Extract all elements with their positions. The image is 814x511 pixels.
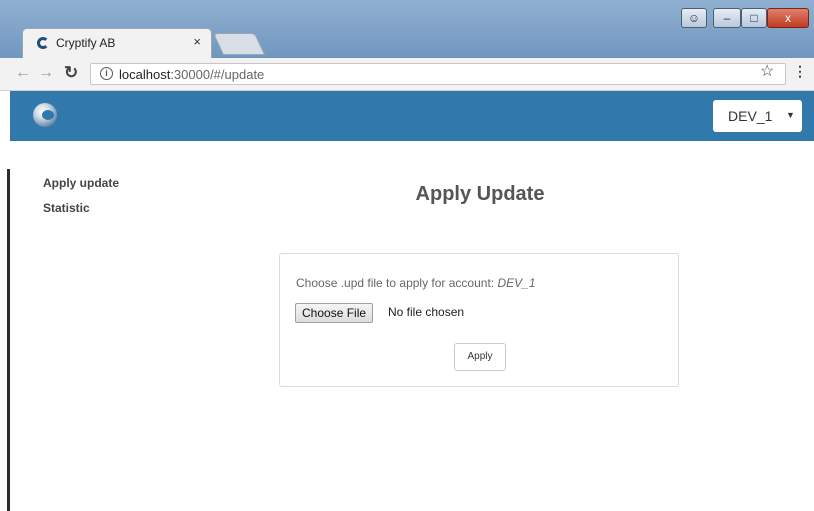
minimize-button[interactable]: – (713, 8, 741, 28)
upload-prompt-text: Choose .upd file to apply for account: (296, 276, 498, 290)
sidebar-item-apply-update[interactable]: Apply update (43, 176, 119, 190)
info-icon[interactable]: i (100, 67, 113, 80)
browser-menu-icon[interactable]: ⋮ (793, 63, 807, 80)
cryptify-favicon-icon (37, 37, 49, 49)
cryptify-logo-icon[interactable] (33, 103, 57, 127)
file-status-text: No file chosen (388, 305, 465, 319)
upload-prompt-account: DEV_1 (497, 276, 536, 290)
maximize-button[interactable]: □ (741, 8, 767, 28)
forward-arrow-icon[interactable]: → (38, 64, 54, 82)
bookmark-star-icon[interactable]: ☆ (760, 61, 774, 81)
update-panel: Choose .upd file to apply for account: D… (279, 253, 679, 387)
url-host: localhost (119, 67, 171, 82)
page-title: Apply Update (415, 183, 545, 205)
close-button[interactable]: x (767, 8, 809, 28)
apply-button[interactable]: Apply (454, 343, 506, 371)
account-select[interactable]: DEV_1 ▼ (713, 100, 802, 132)
user-profile-icon[interactable]: ☺ (681, 8, 707, 28)
browser-toolbar: ← → ↻ i localhost:30000/#/update ☆ ⋮ (0, 58, 814, 91)
caret-down-icon: ▼ (786, 110, 795, 120)
window-controls: ☺ – □ x (681, 8, 811, 28)
choose-file-button[interactable]: Choose File (295, 303, 374, 323)
url-text[interactable]: localhost:30000/#/update (119, 67, 264, 82)
reload-icon[interactable]: ↻ (64, 63, 78, 83)
window-left-edge (0, 91, 10, 511)
tab-close-icon[interactable]: × (193, 34, 201, 49)
sidebar-item-statistic[interactable]: Statistic (43, 201, 119, 215)
account-select-value: DEV_1 (728, 108, 773, 124)
address-bar[interactable]: i localhost:30000/#/update (90, 63, 786, 85)
sidebar: Apply update Statistic (43, 176, 119, 226)
url-path: :30000/#/update (170, 67, 265, 82)
app-header: DEV_1 ▼ (10, 91, 814, 141)
back-arrow-icon[interactable]: ← (15, 64, 31, 82)
browser-tab[interactable]: Cryptify AB × (22, 28, 212, 58)
tab-title: Cryptify AB (56, 36, 116, 50)
upload-prompt: Choose .upd file to apply for account: D… (296, 276, 536, 290)
